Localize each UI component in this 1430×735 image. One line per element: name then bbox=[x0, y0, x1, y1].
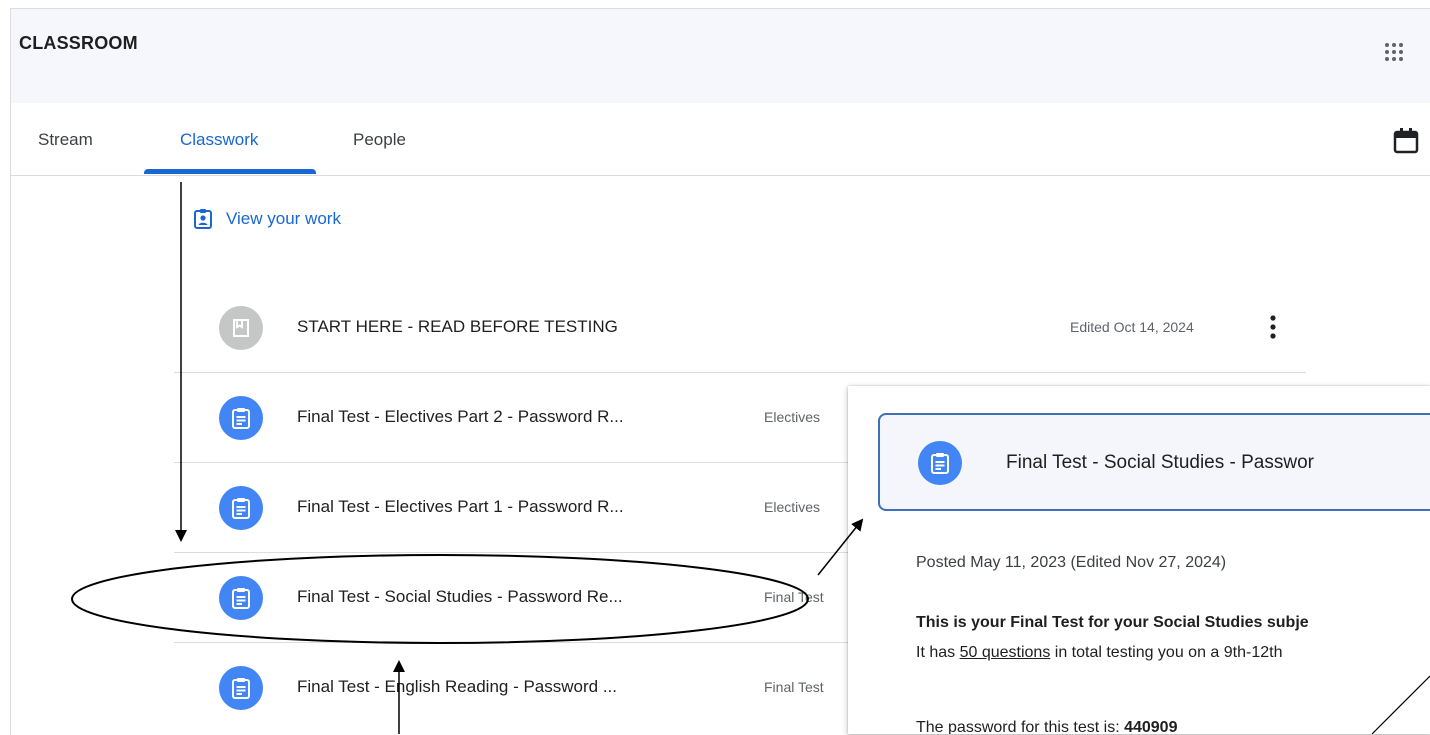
assignment-ind-icon bbox=[194, 209, 212, 229]
assignment-icon bbox=[219, 576, 263, 620]
app-header: CLASSROOM bbox=[11, 9, 1430, 103]
assignment-icon bbox=[918, 441, 962, 485]
popup-posted-date: Posted May 11, 2023 (Edited Nov 27, 2024… bbox=[916, 554, 1227, 571]
calendar-icon[interactable] bbox=[1392, 127, 1420, 155]
tab-classwork[interactable]: Classwork bbox=[180, 130, 258, 150]
item-topic: Electives bbox=[764, 409, 821, 425]
popup-header[interactable]: Final Test - Social Studies - Passwor bbox=[878, 413, 1430, 511]
item-title: Final Test - Electives Part 1 - Password… bbox=[297, 497, 624, 516]
assignment-icon bbox=[219, 486, 263, 530]
item-title: Final Test - Social Studies - Password R… bbox=[297, 587, 623, 606]
material-icon bbox=[219, 306, 263, 350]
top-margin bbox=[0, 0, 1430, 8]
popup-description-bold: This is your Final Test for your Social … bbox=[916, 614, 1309, 631]
popup-title: Final Test - Social Studies - Passwor bbox=[1006, 452, 1314, 473]
more-vert-icon[interactable] bbox=[1262, 313, 1284, 341]
item-title: Final Test - English Reading - Password … bbox=[297, 677, 617, 696]
tab-people[interactable]: People bbox=[353, 130, 406, 150]
item-topic: Electives bbox=[764, 499, 821, 515]
popup-description-line: It has 50 questions in total testing you… bbox=[916, 644, 1282, 662]
popup-questions-link[interactable]: 50 questions bbox=[960, 644, 1051, 661]
assignment-detail-popup: Final Test - Social Studies - Passwor Po… bbox=[848, 386, 1430, 734]
popup-password-label: The password for this test is: bbox=[916, 719, 1125, 734]
item-edited-date: Edited Oct 14, 2024 bbox=[1070, 319, 1194, 335]
popup-password-line: The password for this test is: 440909 bbox=[916, 719, 1177, 734]
app-title: CLASSROOM bbox=[19, 33, 138, 53]
item-title: START HERE - READ BEFORE TESTING bbox=[297, 317, 618, 336]
view-your-work-link[interactable]: View your work bbox=[192, 208, 341, 230]
popup-password-value: 440909 bbox=[1124, 719, 1178, 734]
active-tab-indicator bbox=[144, 169, 316, 174]
view-your-work-label: View your work bbox=[226, 209, 341, 228]
assignment-icon bbox=[219, 666, 263, 710]
list-item[interactable]: START HERE - READ BEFORE TESTING Edited … bbox=[174, 283, 1306, 373]
item-title: Final Test - Electives Part 2 - Password… bbox=[297, 407, 624, 426]
assignment-icon bbox=[219, 396, 263, 440]
tab-bar: Stream Classwork People bbox=[11, 103, 1430, 176]
popup-line2-pre: It has bbox=[916, 644, 960, 661]
left-margin bbox=[0, 0, 10, 734]
tab-stream[interactable]: Stream bbox=[38, 130, 93, 150]
item-topic: Final Test bbox=[764, 589, 824, 605]
item-topic: Final Test bbox=[764, 679, 824, 695]
google-apps-icon[interactable] bbox=[1383, 41, 1405, 63]
popup-line2-post: in total testing you on a 9th-12th bbox=[1050, 644, 1283, 661]
